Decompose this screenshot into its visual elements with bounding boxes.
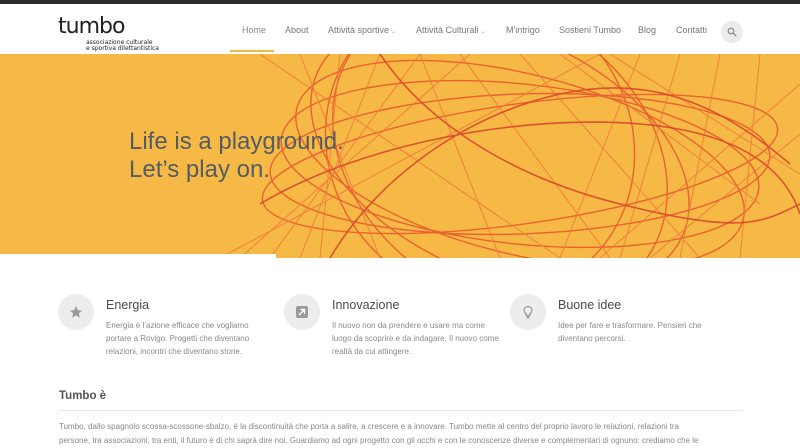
chevron-down-icon: ⌄ <box>480 29 486 35</box>
hero-line-2: Let’s play on. <box>129 156 270 183</box>
feature-description: Energia è l’azione efficace che vogliamo… <box>106 321 250 356</box>
nav-label: Attività sportive <box>328 25 390 35</box>
feature-title: Energia <box>106 298 150 312</box>
about-section-body: Tumbo, dallo spagnolo scossa-scossone-sb… <box>59 420 749 447</box>
feature-description: Idee per fare e trasformare. Pensieri ch… <box>558 321 702 343</box>
features-row: Energia Energia è l’azione efficace che … <box>58 294 758 374</box>
about-section-title: Tumbo è <box>59 390 107 402</box>
nav-label: Contatti <box>676 25 708 35</box>
hero-banner: Life is a playground. Let’s play on. <box>0 54 800 258</box>
arrow-up-right-icon <box>296 306 308 318</box>
nav-item-sostieni-tumbo[interactable]: Sostieni Tumbo <box>559 4 621 54</box>
feature-title: Buone idee <box>558 298 622 312</box>
nav-item-attivita-culturali[interactable]: Attività Culturali ⌄ <box>416 4 486 54</box>
nav-item-blog[interactable]: Blog <box>638 4 656 54</box>
star-icon <box>69 306 83 318</box>
nav-label: M'intrigo <box>506 25 540 35</box>
hero-bottom-bar <box>0 254 276 258</box>
nav-item-attivita-sportive[interactable]: Attività sportive ⌄ <box>328 4 396 54</box>
nav-label: Attività Culturali <box>416 25 479 35</box>
nav-item-about[interactable]: About <box>285 4 309 54</box>
about-line-1: Tumbo, dallo spagnolo scossa-scossone-sb… <box>59 422 680 431</box>
about-line-2: persone, tra associazioni, tra enti, il … <box>59 435 699 445</box>
feature-description: Il nuovo non da prendere e usare ma come… <box>332 321 499 356</box>
feature-title: Innovazione <box>332 298 400 312</box>
feature-icon-badge <box>510 294 546 330</box>
nav-label: Home <box>242 25 267 35</box>
hero-headline: Life is a playground. Let’s play on. <box>129 128 344 184</box>
hero-line-art <box>219 54 800 258</box>
feature-icon-badge <box>58 294 94 330</box>
lightbulb-icon <box>523 305 533 319</box>
section-divider <box>59 410 742 411</box>
nav-active-indicator <box>230 50 274 52</box>
chevron-down-icon: ⌄ <box>391 29 397 35</box>
feature-icon-badge <box>284 294 320 330</box>
nav-label: Sostieni Tumbo <box>559 25 622 35</box>
nav-label: About <box>285 25 309 35</box>
nav-item-mintrigo[interactable]: M'intrigo <box>506 4 540 54</box>
search-button[interactable] <box>721 21 743 43</box>
nav-item-contatti[interactable]: Contatti <box>676 4 707 54</box>
hero-line-1: Life is a playground. <box>129 128 344 155</box>
search-icon <box>727 27 737 37</box>
main-navigation: Home About Attività sportive ⌄ Attività C… <box>0 4 800 54</box>
nav-label: Blog <box>638 25 657 35</box>
nav-item-home[interactable]: Home <box>242 4 266 54</box>
